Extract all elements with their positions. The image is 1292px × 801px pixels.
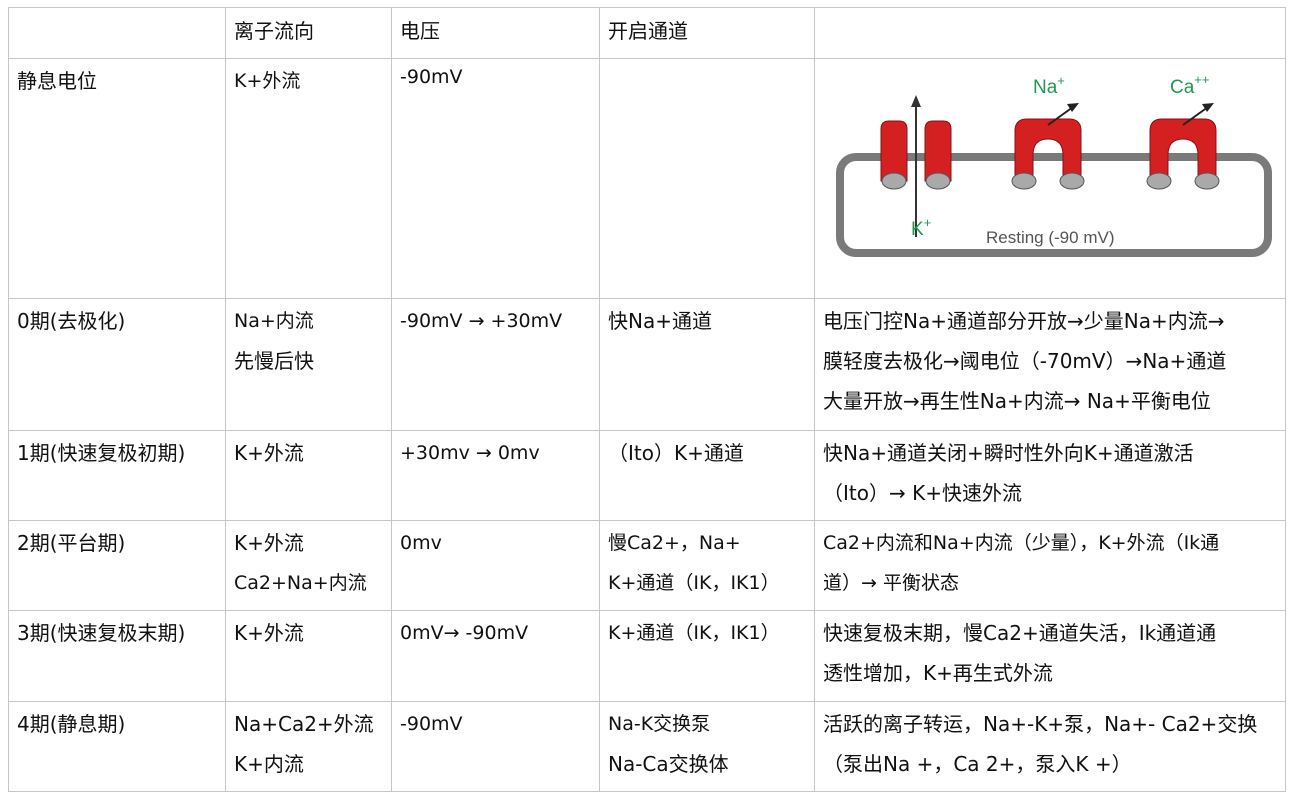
description-line: 电压门控Na+通道部分开放→少量Na+内流→: [823, 309, 1225, 333]
voltage-cell: -90mV → +30mV: [400, 310, 563, 332]
channels-cell: [600, 59, 814, 61]
channels-cell: K+通道（IK，IK1）: [600, 611, 814, 653]
voltage-cell: -90mV: [400, 66, 463, 88]
phase-cell: 2期(平台期): [17, 531, 126, 555]
channel-line: 慢Ca2+，Na+: [608, 532, 741, 554]
description-line: 快速复极末期，慢Ca2+通道失活，Ik通道通: [823, 621, 1217, 645]
description-line: Ca2+内流和Na+内流（少量），K+外流（Ik通: [823, 532, 1220, 554]
phase-cell: 静息电位: [17, 69, 97, 93]
header-channels: 开启通道: [608, 19, 688, 43]
na-ion-label: Na+: [1033, 73, 1065, 98]
ca-channel: [1146, 103, 1220, 190]
header-row: 离子流向 电压 开启通道: [8, 7, 1286, 59]
channel-line: （Ito）K+通道: [608, 441, 744, 465]
channels-cell: 慢Ca2+，Na+ K+通道（IK，IK1）: [600, 521, 814, 603]
description-cell: Ca2+内流和Na+内流（少量），K+外流（Ik通 道）→ 平衡状态: [815, 521, 1285, 603]
ca-ion-label: Ca++: [1170, 72, 1209, 98]
description-line: （泵出Na +，Ca 2+，泵入K +）: [823, 752, 1132, 776]
description-cell: 快Na+通道关闭+瞬时性外向K+通道激活 （Ito）→ K+快速外流: [815, 431, 1285, 513]
channels-cell: Na-K交换泵 Na-Ca交换体: [600, 702, 814, 784]
na-channel: [1011, 103, 1085, 190]
description-line: 大量开放→再生性Na+内流→ Na+平衡电位: [823, 389, 1211, 413]
channel-line: Na-K交换泵: [608, 713, 711, 735]
channel-line: 快Na+通道: [608, 309, 712, 333]
description-line: （Ito）→ K+快速外流: [823, 481, 1022, 505]
table-row: 1期(快速复极初期) K+外流 +30mv → 0mv （Ito）K+通道 快N…: [8, 430, 1286, 521]
ion-flow-line: Ca2+Na+内流: [234, 572, 367, 594]
description-line: 膜轻度去极化→阈电位（-70mV）→Na+通道: [823, 349, 1227, 373]
voltage-cell: 0mV→ -90mV: [400, 622, 529, 644]
description-line: 快Na+通道关闭+瞬时性外向K+通道激活: [823, 441, 1194, 465]
cardiac-action-potential-table: 离子流向 电压 开启通道 静息电位 K+外流 -90mV K+ Na+ Ca++…: [8, 7, 1286, 792]
table-row: 4期(静息期) Na+Ca2+外流 K+内流 -90mV Na-K交换泵 Na-…: [8, 701, 1286, 792]
ion-flow-line: Na+内流: [234, 310, 314, 332]
voltage-cell: +30mv → 0mv: [400, 442, 540, 464]
ion-flow-line: K+外流: [234, 70, 301, 92]
ion-flow-cell: K+外流: [226, 431, 391, 473]
channel-line: Na-Ca交换体: [608, 752, 729, 776]
ion-flow-line: K+内流: [234, 752, 304, 776]
table-row: 静息电位 K+外流 -90mV K+ Na+ Ca++ Resting (-90…: [8, 58, 1286, 299]
description-cell: 活跃的离子转运，Na+-K+泵，Na+- Ca2+交换 （泵出Na +，Ca 2…: [815, 702, 1285, 784]
channels-cell: 快Na+通道: [600, 299, 814, 341]
header-voltage: 电压: [400, 19, 440, 43]
channel-line: K+通道（IK，IK1）: [608, 622, 780, 644]
ion-flow-line: K+外流: [234, 621, 304, 645]
phase-cell: 4期(静息期): [17, 712, 126, 736]
header-ion-flow: 离子流向: [234, 19, 314, 43]
header-cell-4: [815, 8, 1285, 11]
ion-flow-line: 先慢后快: [234, 349, 314, 373]
k-ion-label: K+: [911, 215, 931, 240]
voltage-cell: -90mV: [400, 713, 463, 735]
ion-flow-cell: Na+内流 先慢后快: [226, 299, 391, 381]
description-line: 活跃的离子转运，Na+-K+泵，Na+- Ca2+交换: [823, 712, 1258, 736]
ion-flow-line: K+外流: [234, 531, 304, 555]
k-efflux-arrow: [911, 95, 921, 237]
table-row: 2期(平台期) K+外流 Ca2+Na+内流 0mv 慢Ca2+，Na+ K+通…: [8, 520, 1286, 611]
ion-flow-cell: K+外流 Ca2+Na+内流: [226, 521, 391, 603]
table-row: 3期(快速复极末期) K+外流 0mV→ -90mV K+通道（IK，IK1） …: [8, 610, 1286, 702]
ion-flow-line: Na+Ca2+外流: [234, 712, 374, 736]
channel-line: K+通道（IK，IK1）: [608, 572, 780, 594]
description-line: 道）→ 平衡状态: [823, 572, 959, 594]
description-cell: 电压门控Na+通道部分开放→少量Na+内流→ 膜轻度去极化→阈电位（-70mV）…: [815, 299, 1285, 421]
phase-cell: 1期(快速复极初期): [17, 441, 186, 465]
ion-flow-cell: K+外流: [226, 611, 391, 653]
ion-flow-cell: Na+Ca2+外流 K+内流: [226, 702, 391, 784]
ion-flow-line: K+外流: [234, 441, 304, 465]
phase-cell: 0期(去极化): [17, 309, 126, 333]
description-line: 透性增加，K+再生式外流: [823, 661, 1053, 685]
phase-cell: 3期(快速复极末期): [17, 621, 186, 645]
table-row: 0期(去极化) Na+内流 先慢后快 -90mV → +30mV 快Na+通道 …: [8, 298, 1286, 431]
resting-membrane-diagram: K+ Na+ Ca++ Resting (-90 mV): [836, 72, 1272, 257]
channels-cell: （Ito）K+通道: [600, 431, 814, 473]
voltage-cell: 0mv: [400, 532, 442, 554]
description-cell: 快速复极末期，慢Ca2+通道失活，Ik通道通 透性增加，K+再生式外流: [815, 611, 1285, 693]
header-cell-0: [9, 8, 225, 11]
resting-caption: Resting (-90 mV): [986, 228, 1114, 247]
ion-flow-cell: K+外流: [226, 59, 391, 101]
